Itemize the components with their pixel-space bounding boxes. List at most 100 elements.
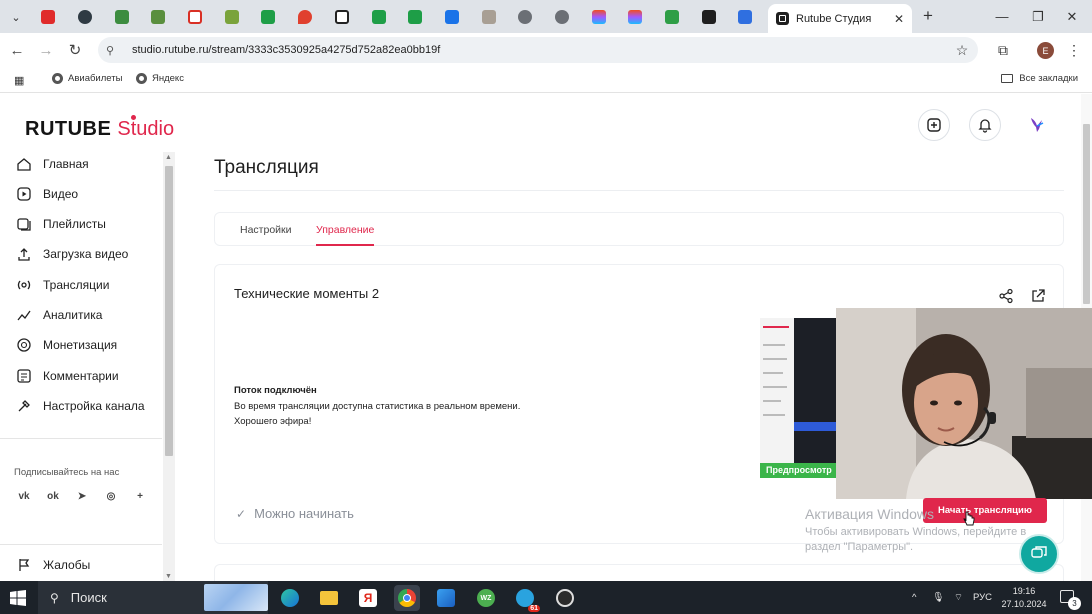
tab-management[interactable]: Управление (316, 224, 374, 236)
sidebar-item-broadcasts[interactable]: Трансляции (15, 276, 109, 294)
playlist-icon (15, 215, 33, 233)
pinned-tab-sheets[interactable] (250, 0, 287, 33)
scroll-down-icon[interactable]: ▼ (165, 573, 172, 580)
page-scroll-thumb[interactable] (1083, 124, 1090, 304)
notifications-icon[interactable]: 3 (1060, 590, 1081, 610)
scroll-up-icon[interactable]: ▲ (165, 154, 172, 161)
close-window-icon[interactable]: ✕ (1050, 0, 1092, 33)
back-icon[interactable]: ← (6, 39, 28, 61)
sidebar-scrollbar[interactable]: ▲ ▼ (163, 152, 175, 581)
vk-icon[interactable]: vk (15, 487, 33, 505)
pinned-tab-12[interactable] (434, 0, 471, 33)
telegram-app-icon[interactable]: 61 (512, 585, 540, 612)
pinned-tab-6[interactable] (213, 0, 250, 33)
forward-icon[interactable]: → (35, 39, 57, 61)
create-button[interactable] (918, 109, 950, 141)
pinned-tab-figma-2[interactable] (617, 0, 654, 33)
tray-chevron-icon[interactable]: ^ (912, 581, 916, 614)
yandex-browser-icon[interactable]: Я (355, 585, 381, 611)
browser-menu-icon[interactable]: ⋮ (1063, 39, 1085, 61)
preview-bar (763, 372, 783, 374)
windows-start-icon[interactable] (10, 590, 26, 606)
telegram-badge: 61 (528, 605, 540, 612)
sidebar-item-home[interactable]: Главная (15, 155, 89, 173)
microphone-icon[interactable]: 🎙 (932, 581, 944, 614)
stream-title: Технические моменты 2 (234, 286, 380, 301)
rutube-favicon-icon (776, 12, 789, 25)
preview-bar (763, 386, 787, 388)
windows-taskbar: ⚲ Поиск Я WZ 61 ^ 🎙 ⌔ РУС 19:16 27.10.20… (0, 581, 1092, 614)
pinned-tab-14[interactable] (507, 0, 544, 33)
language-indicator[interactable]: РУС (973, 581, 992, 614)
sidebar-item-channel-settings[interactable]: Настройка канала (15, 397, 145, 415)
sidebar-item-upload[interactable]: Загрузка видео (15, 245, 128, 263)
site-info-icon[interactable]: ⚲ (106, 44, 122, 57)
pinned-tab-maps[interactable] (287, 0, 324, 33)
taskbar-search[interactable]: ⚲ Поиск (38, 581, 268, 614)
sidebar-item-video[interactable]: Видео (15, 185, 78, 203)
ok-icon[interactable]: ok (44, 487, 62, 505)
pinned-tab-docs[interactable] (727, 0, 764, 33)
sidebar-item-playlists[interactable]: Плейлисты (15, 215, 106, 233)
stream-preview[interactable]: Предпросмотр (760, 318, 840, 478)
pinned-tab-2[interactable] (67, 0, 104, 33)
sidebar-item-monetization[interactable]: Монетизация (15, 336, 117, 354)
pinned-tab-gmail[interactable] (177, 0, 214, 33)
pinned-tab-youtube[interactable] (30, 0, 67, 33)
sidebar-scroll-thumb[interactable] (165, 166, 173, 456)
pinned-tab-sheets-3[interactable] (397, 0, 434, 33)
pinned-tab-4[interactable] (140, 0, 177, 33)
pinned-tab-13[interactable] (470, 0, 507, 33)
sidebar-item-complaints[interactable]: Жалобы (15, 556, 90, 574)
telegram-icon[interactable]: ➤ (73, 487, 91, 505)
notion-icon (334, 9, 349, 24)
pinned-tab-figma[interactable] (580, 0, 617, 33)
preview-highlight (794, 422, 838, 431)
obs-icon[interactable] (552, 585, 578, 611)
extensions-icon[interactable]: ⧉ (992, 39, 1014, 61)
new-tab-icon[interactable]: + (918, 6, 938, 26)
viber-icon[interactable]: ◎ (102, 487, 120, 505)
gmail-icon (188, 9, 203, 24)
pinned-tabs (30, 0, 764, 33)
pinned-tab-15[interactable] (544, 0, 581, 33)
close-tab-icon[interactable]: ✕ (894, 12, 904, 26)
address-bar[interactable]: ⚲ studio.rutube.ru/stream/3333c3530925a4… (98, 37, 978, 63)
pinned-tab-19[interactable] (690, 0, 727, 33)
share-icon[interactable] (997, 287, 1015, 305)
bookmark-item[interactable]: Яндекс (136, 73, 184, 84)
more-social-icon[interactable]: + (131, 487, 149, 505)
network-icon[interactable]: ⌔ (954, 581, 963, 614)
pinned-tab-3[interactable] (103, 0, 140, 33)
sidebar-item-comments[interactable]: Комментарии (15, 367, 119, 385)
status-heading: Поток подключён (234, 385, 317, 396)
apps-grid-icon[interactable]: ▦ (14, 74, 24, 87)
screen: ⌄ Rutube Студия ✕ + — ❐ ✕ ← → ↻ ⚲ studio… (0, 0, 1092, 614)
wz-app-icon[interactable]: WZ (473, 585, 499, 611)
file-explorer-icon[interactable] (316, 585, 342, 611)
pinned-tab-notion[interactable] (324, 0, 361, 33)
pinned-tab-18[interactable] (654, 0, 691, 33)
status-line: Хорошего эфира! (234, 416, 312, 427)
paint-icon[interactable] (433, 585, 459, 611)
pinned-tab-sheets-2[interactable] (360, 0, 397, 33)
all-bookmarks[interactable]: Все закладки (1001, 73, 1078, 84)
edge-icon[interactable] (277, 585, 303, 611)
profile-avatar[interactable]: E (1037, 42, 1054, 59)
preview-bar (763, 358, 787, 360)
sidebar-item-analytics[interactable]: Аналитика (15, 306, 102, 324)
sidebar-item-label: Главная (43, 157, 89, 171)
rutube-studio-logo[interactable]: RUTUBE Studio (25, 115, 174, 141)
reload-icon[interactable]: ↻ (64, 39, 86, 61)
active-tab[interactable]: Rutube Студия ✕ (768, 4, 912, 33)
clock[interactable]: 19:16 27.10.2024 (996, 585, 1052, 611)
open-external-icon[interactable] (1029, 287, 1047, 305)
bookmark-star-icon[interactable]: ☆ (951, 39, 973, 61)
bookmark-item[interactable]: Авиабилеты (52, 73, 122, 84)
tab-search-dropdown-icon[interactable]: ⌄ (6, 7, 26, 27)
tab-favicon-icon (665, 9, 680, 24)
notifications-button[interactable] (969, 109, 1001, 141)
channel-avatar[interactable] (1021, 109, 1053, 141)
tab-settings[interactable]: Настройки (240, 224, 292, 236)
chrome-icon[interactable] (394, 585, 420, 611)
